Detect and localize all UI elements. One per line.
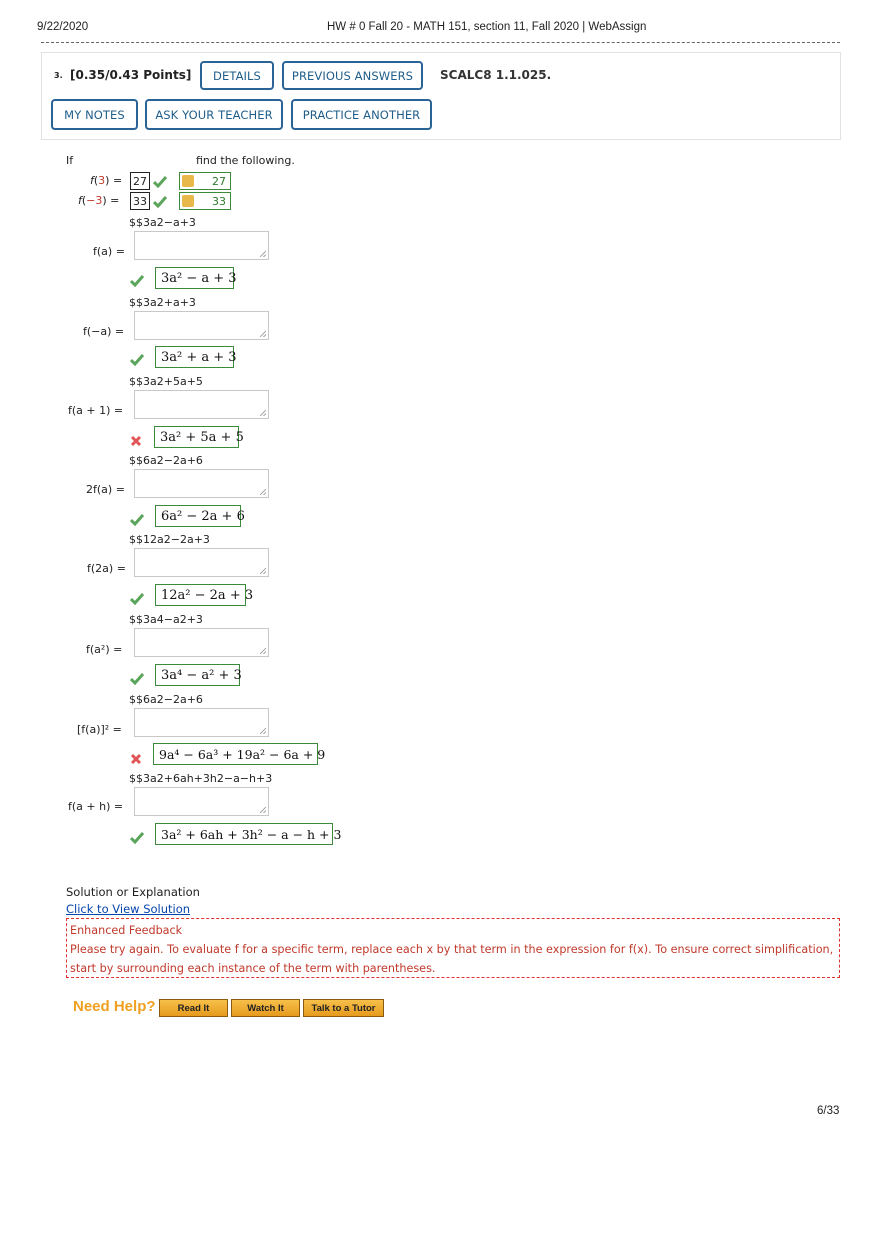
raw-answer-text: $$3a4−a2+3 [129,613,203,626]
read-it-button[interactable]: Read It [159,999,228,1017]
raw-answer-text: $$3a2+6ah+3h2−a−h+3 [129,772,273,785]
enhanced-feedback: Enhanced Feedback Please try again. To e… [66,918,840,978]
feedback-text: Please try again. To evaluate f for a sp… [70,943,834,975]
part-label-fa-squared: f(a²) = [86,643,123,656]
correct-check-icon [130,832,144,844]
answer-input-fa-squared[interactable] [134,628,269,657]
previous-answers-button[interactable]: PREVIOUS ANSWERS [282,61,423,90]
prompt-if: If [66,154,74,167]
part-label-fnega: f(−a) = [83,325,125,338]
part-label-f2a: f(2a) = [87,562,126,575]
answer-display-fnega: 3a² + a + 3 [155,346,237,368]
part-label-fa-plus-1: f(a + 1) = [68,404,124,417]
raw-answer-text: $$3a2+5a+5 [129,375,203,388]
key-icon [182,195,194,207]
correct-check-icon [153,196,167,208]
answer-key-fneg3: 33 [179,192,231,210]
incorrect-x-icon [130,753,142,765]
details-button[interactable]: DETAILS [200,61,274,90]
answer-key-f3: 27 [179,172,231,190]
correct-check-icon [130,593,144,605]
raw-answer-text: $$3a2+a+3 [129,296,196,309]
answer-box-fneg3[interactable]: 33 [130,192,150,210]
part-label-2fa: 2f(a) = [86,483,125,496]
part-label-fa: f(a) = [93,245,125,258]
answer-display-fa-squared: 3a⁴ − a² + 3 [155,664,242,686]
answer-input-fa-plus-h[interactable] [134,787,269,816]
answer-display-fa-plus-1: 3a² + 5a + 5 [154,426,244,448]
part-label-fa-plus-h: f(a + h) = [68,800,124,813]
raw-answer-text: $$6a2−2a+6 [129,454,203,467]
answer-input-fnega[interactable] [134,311,269,340]
raw-answer-text: $$3a2−a+3 [129,216,196,229]
part-label-fa-all-squared: [f(a)]² = [77,723,122,736]
answer-input-fa[interactable] [134,231,269,260]
view-solution-link[interactable]: Click to View Solution [66,902,190,916]
answer-input-2fa[interactable] [134,469,269,498]
header-divider [41,42,840,43]
raw-answer-text: $$12a2−2a+3 [129,533,210,546]
question-code: SCALC8 1.1.025. [440,68,552,82]
answer-display-2fa: 6a² − 2a + 6 [155,505,245,527]
key-icon [182,175,194,187]
incorrect-x-icon [130,435,142,447]
answer-display-fa: 3a² − a + 3 [155,267,237,289]
correct-check-icon [130,275,144,287]
correct-check-icon [130,354,144,366]
question-number: 3. [54,71,63,80]
ask-teacher-button[interactable]: ASK YOUR TEACHER [145,99,283,130]
value-label-f3: f(3) = [90,174,123,187]
answer-input-f2a[interactable] [134,548,269,577]
answer-box-f3[interactable]: 27 [130,172,150,190]
solution-heading: Solution or Explanation [66,885,200,899]
answer-display-f2a: 12a² − 2a + 3 [155,584,253,606]
print-title: HW # 0 Fall 20 - MATH 151, section 11, F… [327,21,647,33]
print-date: 9/22/2020 [37,21,89,33]
answer-display-fa-plus-h: 3a² + 6ah + 3h² − a − h + 3 [155,823,341,845]
answer-input-fa-plus-1[interactable] [134,390,269,419]
question-points: [0.35/0.43 Points] [70,68,192,82]
practice-another-button[interactable]: PRACTICE ANOTHER [291,99,432,130]
raw-answer-text: $$6a2−2a+6 [129,693,203,706]
talk-to-tutor-button[interactable]: Talk to a Tutor [303,999,384,1017]
need-help-label: Need Help? [73,998,156,1015]
page-number: 6/33 [817,1105,840,1117]
prompt-find: find the following. [196,154,295,167]
correct-check-icon [130,673,144,685]
feedback-title: Enhanced Feedback [70,924,183,937]
value-label-fneg3: f(−3) = [78,194,120,207]
answer-display-fa-all-squared: 9a⁴ − 6a³ + 19a² − 6a + 9 [153,743,325,765]
my-notes-button[interactable]: MY NOTES [51,99,138,130]
watch-it-button[interactable]: Watch It [231,999,300,1017]
answer-input-fa-all-squared[interactable] [134,708,269,737]
correct-check-icon [130,514,144,526]
correct-check-icon [153,176,167,188]
